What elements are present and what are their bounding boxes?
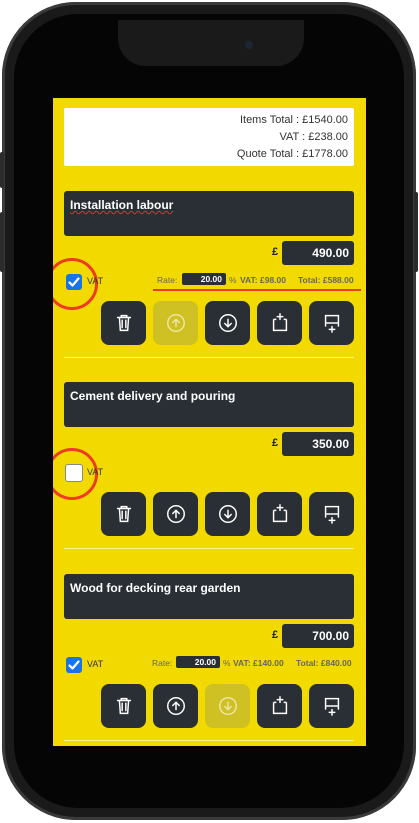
insert-below-button[interactable] bbox=[309, 684, 354, 728]
quote-total: Quote Total : £1778.00 bbox=[236, 148, 348, 160]
quote-item: Wood for decking rear garden £ 700.00 VA… bbox=[53, 574, 366, 746]
camera-icon bbox=[245, 41, 253, 49]
vat-total: VAT : £238.00 bbox=[279, 131, 349, 143]
item-description-field[interactable]: Installation labour bbox=[64, 191, 354, 236]
currency-symbol: £ bbox=[272, 246, 279, 258]
item-vat-amount: VAT: £98.00 bbox=[240, 275, 286, 285]
move-down-button[interactable] bbox=[205, 492, 250, 536]
vat-checkbox[interactable] bbox=[65, 464, 83, 482]
rate-label: Rate: bbox=[157, 275, 178, 285]
item-vat-amount: VAT: £140.00 bbox=[233, 658, 284, 668]
item-price-field[interactable]: 350.00 bbox=[282, 432, 354, 456]
vat-rate-field[interactable]: 20.00 bbox=[182, 273, 226, 285]
insert-above-button[interactable] bbox=[257, 492, 302, 536]
insert-below-icon bbox=[324, 505, 339, 524]
vat-checkbox-label: VAT bbox=[87, 659, 104, 669]
arrow-up-circle-icon bbox=[166, 697, 185, 715]
trash-icon bbox=[116, 505, 131, 523]
quote-item: Cement delivery and pouring £ 350.00 VAT bbox=[53, 382, 366, 572]
insert-below-icon bbox=[324, 697, 339, 716]
move-down-button[interactable] bbox=[205, 301, 250, 345]
item-actions bbox=[101, 492, 355, 536]
totals-panel: Items Total : £1540.00 VAT : £238.00 Quo… bbox=[64, 108, 354, 166]
arrow-down-circle-icon bbox=[218, 314, 237, 332]
quote-screen: Items Total : £1540.00 VAT : £238.00 Quo… bbox=[53, 98, 366, 746]
move-down-button[interactable] bbox=[205, 684, 250, 728]
item-price-field[interactable]: 490.00 bbox=[282, 241, 354, 265]
items-total: Items Total : £1540.00 bbox=[239, 114, 348, 126]
item-description-field[interactable]: Wood for decking rear garden bbox=[64, 574, 354, 619]
trash-icon bbox=[116, 697, 131, 715]
rate-label: Rate: bbox=[152, 658, 173, 668]
item-divider bbox=[64, 740, 354, 741]
percent-sign: % bbox=[229, 275, 237, 285]
insert-above-button[interactable] bbox=[257, 301, 302, 345]
move-up-button[interactable] bbox=[153, 301, 198, 345]
quote-item: Installation labour £ 490.00 VAT Rate: 2… bbox=[53, 191, 366, 381]
item-actions bbox=[101, 301, 355, 345]
insert-above-icon bbox=[272, 504, 287, 523]
percent-sign: % bbox=[223, 658, 231, 668]
delete-button[interactable] bbox=[101, 301, 146, 345]
phone-side-button bbox=[0, 152, 4, 188]
arrow-down-circle-icon bbox=[218, 697, 237, 715]
phone-side-button bbox=[414, 192, 418, 272]
item-actions bbox=[101, 684, 355, 728]
vat-checkbox[interactable] bbox=[66, 657, 82, 673]
phone-notch bbox=[118, 20, 304, 66]
vat-rate-field[interactable]: 20.00 bbox=[176, 656, 220, 668]
insert-above-icon bbox=[272, 313, 287, 332]
move-up-button[interactable] bbox=[153, 492, 198, 536]
item-divider bbox=[64, 357, 354, 358]
vat-checkbox-label: VAT bbox=[87, 467, 104, 477]
move-up-button[interactable] bbox=[153, 684, 198, 728]
arrow-up-circle-icon bbox=[166, 505, 185, 523]
phone-side-button bbox=[0, 212, 4, 272]
currency-symbol: £ bbox=[272, 437, 279, 449]
trash-icon bbox=[116, 314, 131, 332]
highlight-underline bbox=[153, 289, 361, 291]
item-price-field[interactable]: 700.00 bbox=[282, 624, 354, 648]
item-description-field[interactable]: Cement delivery and pouring bbox=[64, 382, 354, 427]
item-total: Total: £588.00 bbox=[298, 275, 354, 285]
checkmark-icon bbox=[68, 660, 80, 670]
insert-below-button[interactable] bbox=[309, 492, 354, 536]
item-divider bbox=[64, 548, 354, 549]
delete-button[interactable] bbox=[101, 684, 146, 728]
currency-symbol: £ bbox=[272, 629, 279, 641]
arrow-up-circle-icon bbox=[166, 314, 185, 332]
arrow-down-circle-icon bbox=[218, 505, 237, 523]
checkmark-icon bbox=[68, 277, 80, 287]
item-total: Total: £840.00 bbox=[296, 658, 352, 668]
insert-above-button[interactable] bbox=[257, 684, 302, 728]
insert-below-button[interactable] bbox=[309, 301, 354, 345]
insert-above-icon bbox=[272, 696, 287, 715]
vat-checkbox-label: VAT bbox=[87, 276, 104, 286]
delete-button[interactable] bbox=[101, 492, 146, 536]
vat-checkbox[interactable] bbox=[66, 274, 82, 290]
insert-below-icon bbox=[324, 314, 339, 333]
